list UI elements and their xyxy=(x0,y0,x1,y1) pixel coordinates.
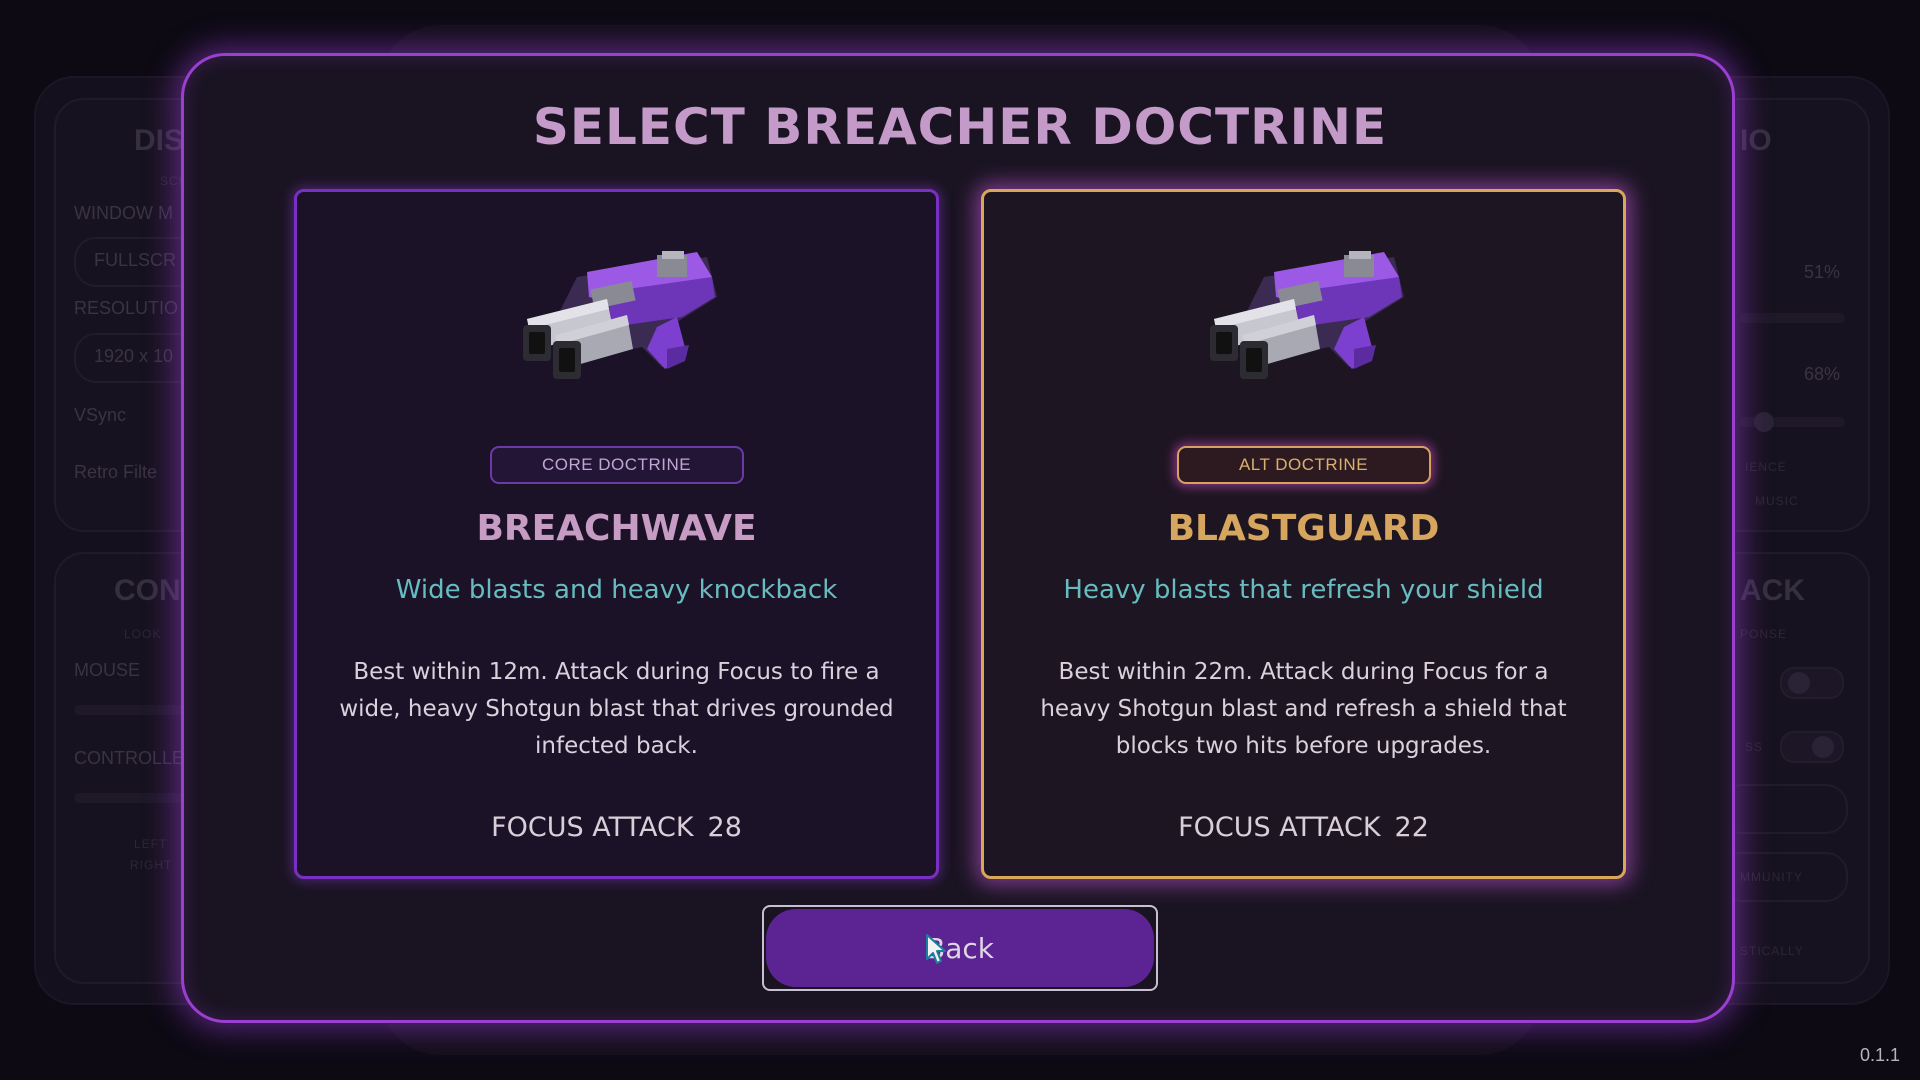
feedback-heading: ACK xyxy=(1740,574,1805,607)
ambience-label: IENCE xyxy=(1745,460,1787,474)
mouse-label: MOUSE xyxy=(74,660,141,680)
look-subheading: LOOK xyxy=(124,627,162,641)
mouse-cursor-icon xyxy=(926,934,946,964)
doctrine-badge: ALT DOCTRINE xyxy=(1176,446,1431,484)
stat-value: 22 xyxy=(1394,812,1429,843)
vsync-label: VSync xyxy=(74,405,127,425)
toggle-2-knob xyxy=(1812,736,1834,758)
back-button[interactable]: Back xyxy=(762,905,1158,991)
feedback-label-2: SS xyxy=(1745,740,1764,754)
focus-attack-stat: FOCUS ATTACK 22 xyxy=(984,812,1623,843)
doctrine-name: BLASTGUARD xyxy=(1167,508,1440,549)
alt-doctrine-card[interactable]: ALT DOCTRINE BLASTGUARD Heavy blasts tha… xyxy=(981,189,1626,879)
doctrine-description: Best within 12m. Attack during Focus to … xyxy=(339,659,894,759)
modal-title: SELECT BREACHER DOCTRINE xyxy=(532,98,1388,156)
back-button-label: Back xyxy=(766,909,1154,987)
resolution-value: 1920 x 10 xyxy=(94,346,174,366)
toggle-1[interactable] xyxy=(1780,667,1844,699)
volume-percent-2: 68% xyxy=(1804,364,1841,384)
mouse-sensitivity-slider[interactable] xyxy=(74,705,194,715)
doctrine-description: Best within 22m. Attack during Focus for… xyxy=(1040,659,1567,759)
stat-label: FOCUS ATTACK xyxy=(1178,812,1381,843)
shotgun-icon xyxy=(522,251,717,379)
resolution-label: RESOLUTIO xyxy=(74,298,179,318)
community-label: MMUNITY xyxy=(1740,870,1803,884)
response-label: PONSE xyxy=(1740,627,1788,641)
toggle-2[interactable] xyxy=(1780,731,1844,763)
statistically-label: STICALLY xyxy=(1740,944,1804,958)
retro-filter-label: Retro Filte xyxy=(74,462,158,482)
right-stick-label: RIGHT xyxy=(130,858,173,872)
controller-sensitivity-slider[interactable] xyxy=(74,793,194,803)
volume-percent-1: 51% xyxy=(1804,262,1841,282)
focus-attack-stat: FOCUS ATTACK 28 xyxy=(297,812,936,843)
shotgun-icon xyxy=(1209,251,1404,379)
window-mode-value: FULLSCR xyxy=(94,250,177,270)
volume-slider-1[interactable] xyxy=(1740,313,1845,323)
feedback-button-1[interactable] xyxy=(1720,784,1848,834)
toggle-1-knob xyxy=(1788,672,1810,694)
doctrine-badge: CORE DOCTRINE xyxy=(489,446,744,484)
core-doctrine-card[interactable]: CORE DOCTRINE BREACHWAVE Wide blasts and… xyxy=(294,189,939,879)
stat-label: FOCUS ATTACK xyxy=(491,812,694,843)
stat-value: 28 xyxy=(707,812,742,843)
volume-slider-knob[interactable] xyxy=(1754,412,1774,432)
doctrine-tagline: Wide blasts and heavy knockback xyxy=(395,575,838,605)
window-mode-label: WINDOW M xyxy=(74,203,173,223)
music-label: MUSIC xyxy=(1755,494,1799,508)
doctrine-tagline: Heavy blasts that refresh your shield xyxy=(1063,575,1544,605)
controls-heading: CON xyxy=(114,574,181,607)
doctrine-name: BREACHWAVE xyxy=(476,508,757,549)
version-label: 0.1.1 xyxy=(1859,1045,1900,1065)
controller-label: CONTROLLE xyxy=(74,748,185,768)
left-stick-label: LEFT xyxy=(134,837,168,851)
